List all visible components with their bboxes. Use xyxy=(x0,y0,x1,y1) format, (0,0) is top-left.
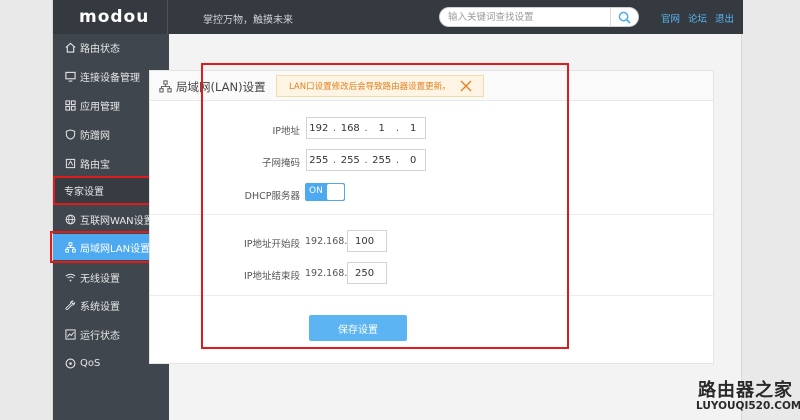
sidebar-item-label: 应用管理 xyxy=(80,101,120,113)
logo: modou xyxy=(79,7,150,27)
official-site-link[interactable]: 官网 xyxy=(661,14,680,25)
search-button[interactable] xyxy=(610,7,638,27)
sidebar-item-label: 连接设备管理 xyxy=(80,72,140,84)
globe-icon xyxy=(64,213,76,225)
search-box xyxy=(439,7,639,27)
sidebar-item-label: 路由状态 xyxy=(80,43,120,55)
sidebar-item-router-status[interactable]: 路由状态 xyxy=(53,34,169,60)
watermark-cn: 路由器之家 xyxy=(698,380,793,401)
monitor-icon xyxy=(64,70,76,82)
search-input[interactable] xyxy=(448,9,608,25)
sidebar-item-label: 防蹭网 xyxy=(80,130,110,142)
sidebar-item-label: 运行状态 xyxy=(80,330,120,342)
box-icon xyxy=(64,157,76,169)
sidebar-item-label: QoS xyxy=(80,357,101,369)
top-links: 官网 论坛 退出 xyxy=(661,11,742,25)
apps-grid-icon xyxy=(64,99,76,111)
watermark: 路由器之家 LUYOUQI520.COM xyxy=(690,376,800,418)
watermark-en: LUYOUQI520.COM xyxy=(696,400,800,412)
logout-link[interactable]: 退出 xyxy=(715,14,734,25)
search-icon xyxy=(618,11,631,24)
highlight-box-form xyxy=(201,63,569,349)
sidebar-item-label: 系统设置 xyxy=(80,301,120,313)
logo-divider xyxy=(167,0,168,34)
network-icon xyxy=(159,80,172,93)
home-icon xyxy=(64,41,76,53)
sidebar-item-label: 互联网WAN设置 xyxy=(80,215,154,227)
wifi-icon xyxy=(64,271,76,283)
qos-icon xyxy=(64,357,76,369)
sidebar-item-label: 路由宝 xyxy=(80,159,110,171)
shield-icon xyxy=(64,128,76,140)
chart-icon xyxy=(64,328,76,340)
sidebar-item-label: 无线设置 xyxy=(80,273,120,285)
wrench-icon xyxy=(64,299,76,311)
forum-link[interactable]: 论坛 xyxy=(688,14,707,25)
slogan: 掌控万物，触摸未来 xyxy=(203,15,293,26)
top-bar: modou 掌控万物，触摸未来 官网论坛退出 xyxy=(53,0,743,34)
